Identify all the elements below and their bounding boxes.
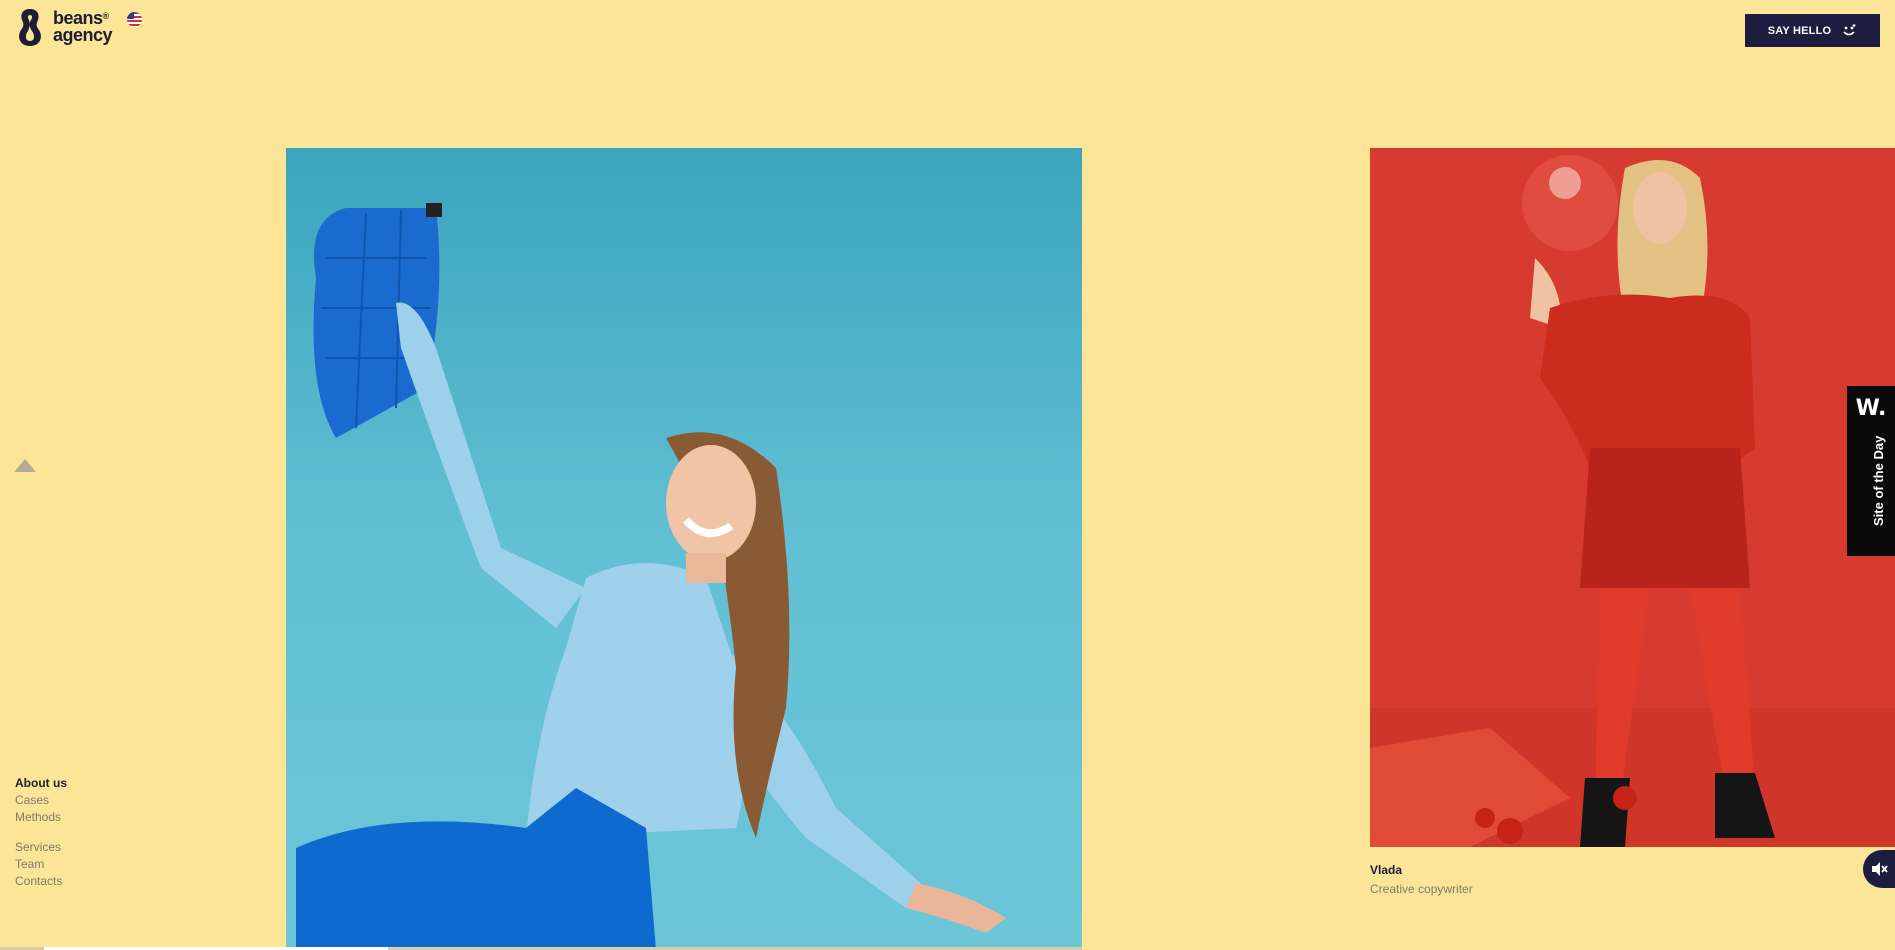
site-of-the-day-badge[interactable]: W. Site of the Day <box>1847 386 1895 556</box>
logo-text: beans® agency <box>53 9 113 45</box>
smile-icon <box>1843 23 1856 35</box>
speaker-muted-icon <box>1872 862 1888 876</box>
team-member-role: Creative copywriter <box>1370 882 1473 896</box>
nav-contacts[interactable]: Contacts <box>15 873 67 890</box>
nav-services[interactable]: Services <box>15 839 67 856</box>
logo-line2: agency <box>53 25 113 45</box>
nav-cases[interactable]: Cases <box>15 792 67 809</box>
side-nav: About us Cases Methods Services Team Con… <box>15 775 67 890</box>
team-photo-blue <box>286 148 1082 950</box>
team-member-name: Vlada <box>1370 863 1403 877</box>
mute-button[interactable] <box>1863 850 1895 888</box>
site-of-the-day-label: Site of the Day <box>1871 435 1886 526</box>
nav-about-us[interactable]: About us <box>15 775 67 792</box>
nav-methods[interactable]: Methods <box>15 809 67 826</box>
awwwards-logo: W. <box>1855 396 1887 421</box>
nav-team[interactable]: Team <box>15 856 67 873</box>
scroll-up-arrow-icon[interactable] <box>14 459 36 472</box>
logo-registered: ® <box>102 11 110 21</box>
say-hello-label: SAY HELLO <box>1767 24 1832 37</box>
beans-logo-icon <box>19 9 41 46</box>
team-photo-red <box>1370 148 1895 847</box>
us-flag-icon[interactable] <box>127 12 142 27</box>
say-hello-button[interactable]: SAY HELLO <box>1745 14 1880 47</box>
logo[interactable]: beans® agency <box>15 6 113 48</box>
